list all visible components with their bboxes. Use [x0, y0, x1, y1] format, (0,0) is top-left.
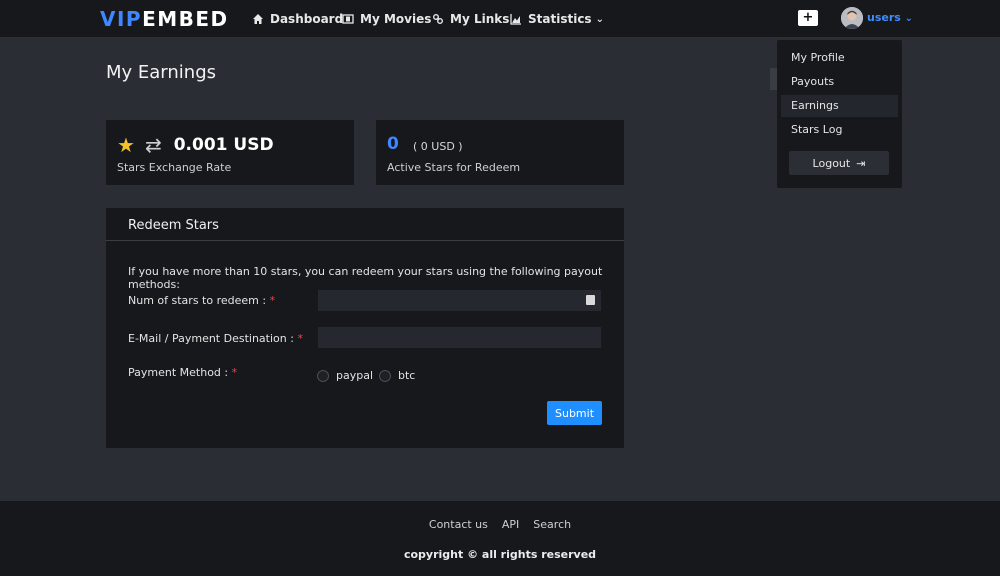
home-icon — [253, 14, 263, 24]
redeem-stars-panel: Redeem Stars If you have more than 10 st… — [106, 208, 624, 448]
panel-title: Redeem Stars — [128, 218, 219, 233]
top-navbar: VIPEMBED Dashboard My Movies My Links St… — [0, 0, 1000, 37]
nav-my-movies-label: My Movies — [360, 12, 432, 26]
num-stars-input[interactable] — [318, 290, 601, 311]
active-stars-count: 0 — [387, 134, 399, 154]
film-icon — [342, 14, 354, 24]
active-stars-usd: ( 0 USD ) — [413, 140, 463, 153]
payment-method-label: Payment Method : * — [128, 366, 237, 379]
chart-icon — [510, 14, 521, 25]
chevron-down-icon: ⌄ — [595, 13, 604, 25]
logout-button[interactable]: Logout ⇥ — [789, 151, 889, 175]
user-name: users — [867, 11, 901, 24]
payment-method-label-text: Payment Method : — [128, 366, 229, 379]
logout-label: Logout — [812, 156, 851, 170]
nav-dashboard[interactable]: Dashboard — [252, 10, 343, 28]
footer-link-search[interactable]: Search — [533, 518, 571, 531]
radio-label-paypal: paypal — [336, 369, 374, 382]
nav-statistics[interactable]: Statistics ⌄ — [510, 10, 604, 28]
page-title: My Earnings — [106, 62, 217, 83]
footer-links: Contact us API Search — [0, 518, 1000, 531]
footer: Contact us API Search copyright © all ri… — [0, 501, 1000, 576]
copyright-text: copyright © all rights reserved — [403, 548, 597, 561]
active-stars-card: 0 ( 0 USD ) Active Stars for Redeem — [376, 120, 624, 185]
exchange-rate-value: 0.001 USD — [173, 135, 274, 155]
number-spinner-icon[interactable] — [586, 295, 595, 305]
user-avatar-icon — [841, 7, 863, 29]
exchange-rate-row: ★ ⇄ 0.001 USD — [117, 133, 274, 157]
menu-item-payouts[interactable]: Payouts — [781, 71, 898, 93]
add-button[interactable]: + — [798, 10, 818, 26]
menu-item-stars-log[interactable]: Stars Log — [781, 119, 898, 141]
menu-item-earnings[interactable]: Earnings — [781, 95, 898, 117]
required-mark: * — [269, 294, 276, 307]
radio-circle[interactable] — [379, 369, 391, 382]
vipembed-logo[interactable]: VIPEMBED — [100, 7, 229, 31]
nav-my-links[interactable]: My Links — [432, 10, 509, 28]
radio-label-btc: btc — [398, 369, 416, 382]
email-label: E-Mail / Payment Destination : * — [128, 332, 303, 345]
num-stars-label-text: Num of stars to redeem : — [128, 294, 267, 307]
payment-radio-btc[interactable]: btc — [379, 369, 415, 382]
user-menu-toggle[interactable]: users ⌄ — [867, 11, 913, 24]
footer-link-api[interactable]: API — [502, 518, 519, 531]
logo-embed-text: EMBED — [142, 7, 229, 31]
avatar[interactable] — [841, 7, 863, 29]
required-mark: * — [231, 366, 238, 379]
active-stars-subtitle: Active Stars for Redeem — [387, 161, 521, 174]
logo-vip-text: VIP — [100, 7, 143, 31]
chevron-down-icon: ⌄ — [904, 13, 914, 24]
menu-item-my-profile[interactable]: My Profile — [781, 47, 898, 69]
nav-statistics-label: Statistics — [528, 12, 592, 26]
user-dropdown-menu: My Profile Payouts Earnings Stars Log Lo… — [777, 40, 902, 188]
email-field[interactable] — [318, 327, 601, 348]
scrollbar-handle[interactable] — [770, 68, 777, 90]
exchange-rate-subtitle: Stars Exchange Rate — [117, 161, 232, 174]
num-stars-label: Num of stars to redeem : * — [128, 294, 275, 307]
redeem-intro-text: If you have more than 10 stars, you can … — [128, 265, 603, 291]
email-label-text: E-Mail / Payment Destination : — [128, 332, 294, 345]
exchange-arrows-icon: ⇄ — [144, 133, 162, 157]
submit-button[interactable]: Submit — [547, 401, 602, 425]
link-icon — [433, 14, 443, 24]
payment-radio-paypal[interactable]: paypal — [317, 369, 373, 382]
star-icon: ★ — [117, 133, 135, 157]
nav-my-links-label: My Links — [450, 12, 510, 26]
panel-header: Redeem Stars — [106, 208, 624, 241]
required-mark: * — [297, 332, 303, 345]
nav-dashboard-label: Dashboard — [270, 12, 344, 26]
nav-my-movies[interactable]: My Movies — [342, 10, 431, 28]
exchange-rate-card: ★ ⇄ 0.001 USD Stars Exchange Rate — [106, 120, 354, 185]
footer-link-contact[interactable]: Contact us — [429, 518, 488, 531]
logout-icon: ⇥ — [856, 156, 866, 170]
radio-circle[interactable] — [317, 369, 329, 382]
